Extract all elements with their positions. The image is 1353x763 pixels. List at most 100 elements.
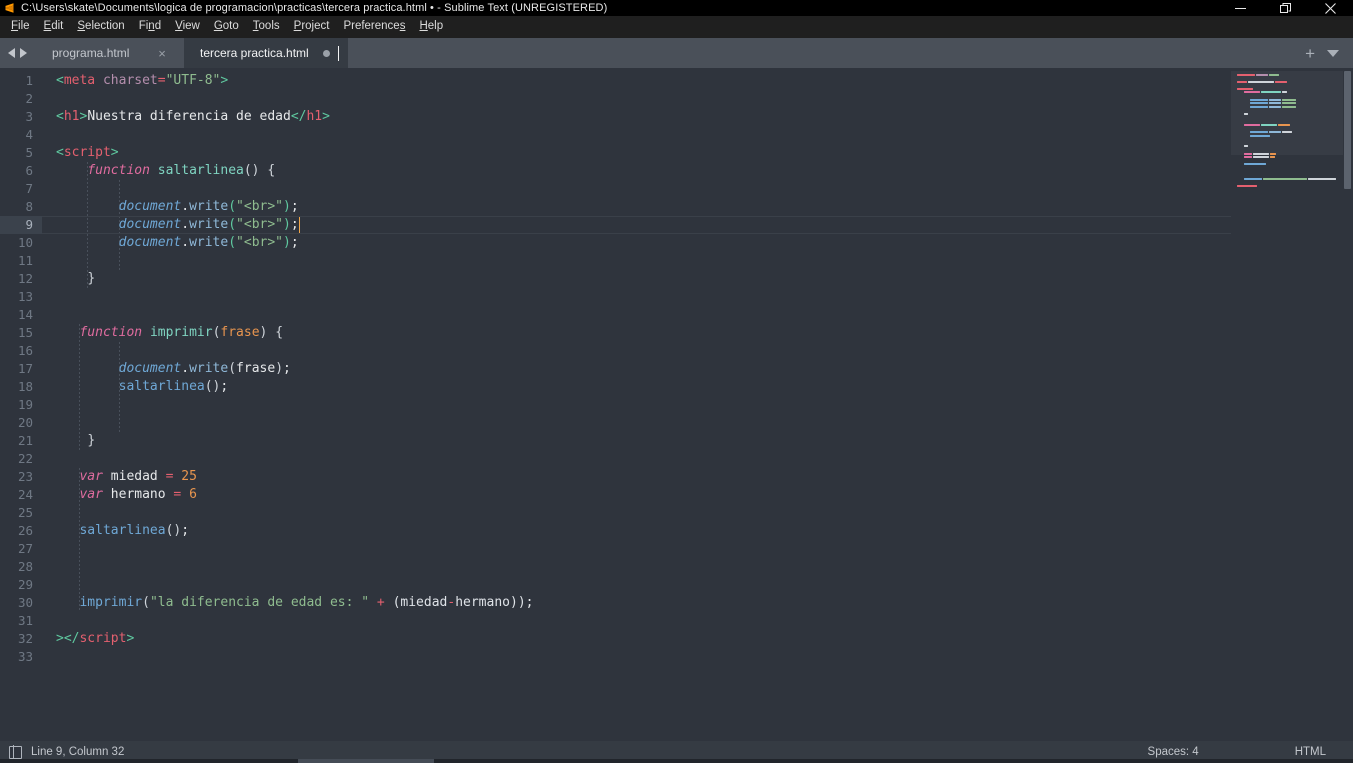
menu-item-view[interactable]: View (168, 18, 207, 36)
code-token: 25 (181, 469, 197, 484)
code-line: document.write("<br>"); (42, 198, 1231, 216)
arrow-right-icon[interactable] (20, 48, 27, 58)
minimap-line (1237, 159, 1349, 162)
minimap-block (1253, 152, 1269, 155)
minimap-block (1244, 152, 1252, 155)
code-editor[interactable]: <meta charset="UTF-8"> <h1>Nuestra difere… (42, 68, 1231, 741)
code-token: () (204, 379, 221, 394)
sidebar-toggle-icon[interactable] (9, 745, 22, 759)
restore-button[interactable] (1263, 0, 1308, 16)
code-token: 6 (189, 487, 197, 502)
minimap-block (1270, 156, 1275, 159)
code-token: } (87, 271, 96, 286)
indentation-status[interactable]: Spaces: 4 (1148, 746, 1199, 758)
minimap-line (1237, 166, 1349, 169)
code-line: imprimir("la diferencia de edad es: " + … (42, 594, 1231, 612)
line-number: 27 (17, 541, 33, 556)
tab-nav-arrows[interactable] (0, 38, 36, 68)
code-token: ( (228, 217, 237, 232)
code-token: "<br>" (236, 217, 284, 232)
code-token: script (63, 145, 111, 160)
new-tab-button[interactable]: + (1305, 45, 1315, 62)
line-number: 5 (25, 145, 33, 160)
menu-item-goto[interactable]: Goto (207, 18, 246, 36)
code-token: var (79, 469, 103, 484)
code-line: } (42, 270, 1231, 288)
minimap[interactable] (1231, 68, 1353, 741)
window-title: C:\Users\skate\Documents\logica de progr… (21, 2, 608, 14)
title-bar: C:\Users\skate\Documents\logica de progr… (0, 0, 1353, 16)
line-number: 16 (17, 343, 33, 358)
code-token: frase (220, 325, 260, 340)
minimap-block (1250, 98, 1268, 101)
minimap-block (1237, 131, 1249, 133)
minimap-block (1237, 135, 1249, 137)
menu-item-tools[interactable]: Tools (246, 18, 287, 36)
minimap-line (1237, 109, 1349, 112)
line-number: 20 (17, 415, 33, 430)
minimap-block (1250, 102, 1268, 105)
menu-item-preferences[interactable]: Preferences (336, 18, 412, 36)
minimap-block (1244, 156, 1252, 159)
cursor-position-status[interactable]: Line 9, Column 32 (31, 746, 124, 758)
minimap-block (1237, 124, 1243, 126)
minimap-block (1269, 98, 1281, 101)
code-token: } (87, 433, 96, 448)
chevron-down-icon[interactable] (1327, 49, 1339, 57)
code-token: Nuestra diferencia de edad (87, 109, 291, 124)
minimap-line (1237, 138, 1349, 141)
minimap-block (1250, 131, 1268, 133)
minimap-block (1282, 91, 1287, 94)
code-token: h1 (63, 109, 80, 124)
minimize-button[interactable] (1218, 0, 1263, 16)
code-token: + (376, 595, 385, 610)
syntax-status[interactable]: HTML (1295, 746, 1326, 758)
minimap-block (1237, 106, 1249, 108)
code-token: var (79, 487, 103, 502)
menu-item-help[interactable]: Help (412, 18, 450, 36)
arrow-left-icon[interactable] (8, 48, 15, 58)
close-button[interactable] (1308, 0, 1353, 16)
vertical-scrollbar[interactable] (1344, 71, 1351, 189)
minimap-block (1256, 73, 1268, 76)
menu-item-file[interactable]: File (4, 18, 37, 36)
code-token: > (126, 631, 135, 646)
line-number: 14 (17, 307, 33, 322)
close-icon[interactable]: × (154, 47, 170, 60)
line-number: 11 (17, 253, 33, 268)
tab-tercera-practica-html[interactable]: tercera practica.html (184, 38, 348, 68)
menu-item-find[interactable]: Find (132, 18, 168, 36)
horizontal-scrollbar[interactable] (0, 759, 1353, 763)
code-token: h1 (306, 109, 323, 124)
minimap-block (1278, 123, 1290, 126)
minimap-line (1237, 105, 1349, 108)
menu-item-selection[interactable]: Selection (70, 18, 131, 36)
hscroll-thumb[interactable] (298, 759, 434, 763)
tab-programa-html[interactable]: programa.html × (36, 38, 184, 68)
minimap-line (1237, 174, 1349, 177)
menu-item-edit[interactable]: Edit (37, 18, 71, 36)
unsaved-dot-icon[interactable] (322, 49, 330, 57)
minimap-block (1275, 80, 1287, 83)
sublime-text-logo-icon (3, 2, 16, 15)
minimap-block (1250, 134, 1270, 137)
code-token: () (165, 523, 182, 538)
code-line: ></script> (42, 630, 1231, 648)
minimap-line (1237, 145, 1349, 148)
menu-item-project[interactable]: Project (287, 18, 337, 36)
code-line: <script> (42, 144, 1231, 162)
line-number: 8 (25, 199, 33, 214)
minimap-block (1237, 184, 1257, 187)
line-number: 24 (17, 487, 33, 502)
minimap-block (1244, 145, 1248, 148)
code-token: < (56, 73, 64, 88)
